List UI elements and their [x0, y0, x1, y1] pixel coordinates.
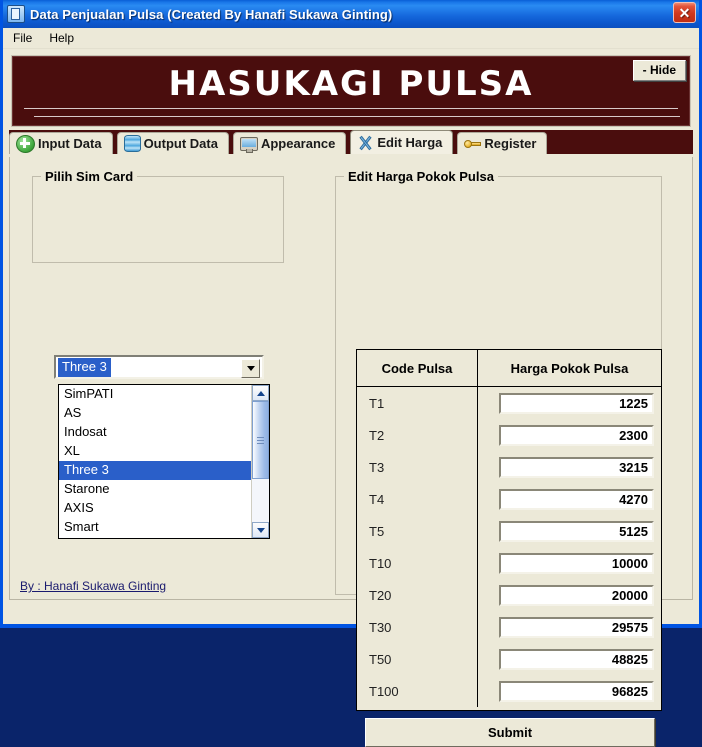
- hide-button[interactable]: - Hide: [632, 60, 686, 81]
- title-bar: Data Penjualan Pulsa (Created By Hanafi …: [3, 0, 699, 28]
- table-row: T4 4270: [357, 483, 661, 515]
- application-window: Data Penjualan Pulsa (Created By Hanafi …: [0, 0, 702, 747]
- scrollbar-track[interactable]: [252, 401, 269, 522]
- tab-label: Register: [484, 136, 537, 151]
- row-price-cell: 20000: [478, 584, 661, 606]
- row-code: T4: [357, 483, 478, 515]
- price-input[interactable]: 10000: [499, 552, 654, 574]
- tab-register[interactable]: Register: [457, 132, 548, 154]
- tab-label: Edit Harga: [377, 135, 443, 150]
- tab-appearance[interactable]: Appearance: [232, 132, 347, 154]
- sim-card-group: Pilih Sim Card: [32, 169, 284, 263]
- column-header-price: Harga Pokok Pulsa: [510, 360, 629, 376]
- list-item[interactable]: Starone: [59, 480, 251, 499]
- harga-table: Code Pulsa Harga Pokok Pulsa T1 1225 T2 …: [356, 349, 662, 711]
- tab-page-edit-harga: Pilih Sim Card Edit Harga Pokok Pulsa Th…: [9, 157, 693, 747]
- column-header-code: Code Pulsa: [357, 350, 478, 386]
- list-item-selected[interactable]: Three 3: [59, 461, 251, 480]
- row-code: T10: [357, 547, 478, 579]
- sim-card-dropdown-list[interactable]: SimPATI AS Indosat XL Three 3 Starone AX…: [58, 384, 270, 539]
- sim-card-combobox[interactable]: Three 3: [54, 355, 264, 379]
- row-code: T30: [357, 611, 478, 643]
- chevron-down-icon[interactable]: [241, 359, 260, 378]
- tab-label: Output Data: [143, 136, 218, 151]
- row-price-cell: 2300: [478, 424, 661, 446]
- list-item[interactable]: XL: [59, 442, 251, 461]
- table-row: T2 2300: [357, 419, 661, 451]
- row-price-cell: 10000: [478, 552, 661, 574]
- price-input[interactable]: 3215: [499, 456, 654, 478]
- scrollbar-thumb[interactable]: [252, 401, 269, 479]
- list-item[interactable]: AXIS: [59, 499, 251, 518]
- crossed-tools-icon: [357, 135, 374, 151]
- scrollbar-grip-icon: [257, 436, 264, 444]
- list-item[interactable]: Smart: [59, 518, 251, 537]
- table-row: T20 20000: [357, 579, 661, 611]
- tab-input-data[interactable]: Input Data: [9, 132, 113, 154]
- table-row: T1 1225: [357, 387, 661, 419]
- row-price-cell: 1225: [478, 392, 661, 414]
- tab-output-data[interactable]: Output Data: [116, 132, 229, 154]
- price-input[interactable]: 20000: [499, 584, 654, 606]
- green-plus-icon: [16, 134, 35, 153]
- harga-group-legend: Edit Harga Pokok Pulsa: [348, 169, 494, 184]
- row-price-cell: 4270: [478, 488, 661, 510]
- price-input[interactable]: 5125: [499, 520, 654, 542]
- row-code: T100: [357, 675, 478, 707]
- row-price-cell: 29575: [478, 616, 661, 638]
- close-icon[interactable]: ✕: [673, 2, 696, 23]
- price-input[interactable]: 1225: [499, 392, 654, 414]
- table-row: T30 29575: [357, 611, 661, 643]
- app-banner: HASUKAGI PULSA - Hide: [11, 55, 691, 127]
- menu-item-file[interactable]: File: [9, 29, 41, 48]
- tab-label: Appearance: [260, 136, 336, 151]
- scroll-down-icon[interactable]: [252, 522, 269, 538]
- dropdown-options: SimPATI AS Indosat XL Three 3 Starone AX…: [59, 385, 251, 538]
- menu-bar: File Help: [3, 28, 699, 49]
- tab-label: Input Data: [38, 136, 102, 151]
- table-row: T3 3215: [357, 451, 661, 483]
- price-input[interactable]: 48825: [499, 648, 654, 670]
- tab-strip: Input Data Output Data Appearance Edit H…: [9, 130, 693, 154]
- window-title: Data Penjualan Pulsa (Created By Hanafi …: [30, 6, 393, 22]
- price-input[interactable]: 2300: [499, 424, 654, 446]
- monitor-icon: [239, 137, 258, 153]
- row-code: T1: [357, 387, 478, 419]
- table-row: T10 10000: [357, 547, 661, 579]
- key-icon: [464, 136, 482, 152]
- row-price-cell: 5125: [478, 520, 661, 542]
- row-code: T50: [357, 643, 478, 675]
- menu-item-help[interactable]: Help: [45, 29, 83, 48]
- row-code: T5: [357, 515, 478, 547]
- list-item[interactable]: AS: [59, 404, 251, 423]
- table-header-row: Code Pulsa Harga Pokok Pulsa: [357, 350, 661, 387]
- database-icon: [123, 135, 141, 152]
- row-price-cell: 3215: [478, 456, 661, 478]
- banner-rule-bottom: [34, 116, 680, 117]
- submit-button[interactable]: Submit: [365, 718, 655, 747]
- price-input[interactable]: 29575: [499, 616, 654, 638]
- price-input[interactable]: 4270: [499, 488, 654, 510]
- banner-title: HASUKAGI PULSA: [168, 64, 534, 104]
- tab-edit-harga[interactable]: Edit Harga: [350, 130, 454, 154]
- row-code: T2: [357, 419, 478, 451]
- list-item[interactable]: SimPATI: [59, 385, 251, 404]
- table-row: T100 96825: [357, 675, 661, 707]
- row-price-cell: 96825: [478, 680, 661, 702]
- dropdown-scrollbar[interactable]: [251, 385, 269, 538]
- phone-icon: [7, 5, 25, 23]
- row-price-cell: 48825: [478, 648, 661, 670]
- banner-container: HASUKAGI PULSA - Hide: [3, 49, 699, 127]
- list-item[interactable]: Indosat: [59, 423, 251, 442]
- table-row: T5 5125: [357, 515, 661, 547]
- price-input[interactable]: 96825: [499, 680, 654, 702]
- sim-card-selected-value: Three 3: [58, 357, 111, 377]
- row-code: T3: [357, 451, 478, 483]
- banner-rule-top: [24, 108, 678, 109]
- sim-card-group-legend: Pilih Sim Card: [45, 169, 134, 184]
- author-credit-link[interactable]: By : Hanafi Sukawa Ginting: [20, 579, 166, 593]
- table-row: T50 48825: [357, 643, 661, 675]
- scroll-up-icon[interactable]: [252, 385, 269, 401]
- row-code: T20: [357, 579, 478, 611]
